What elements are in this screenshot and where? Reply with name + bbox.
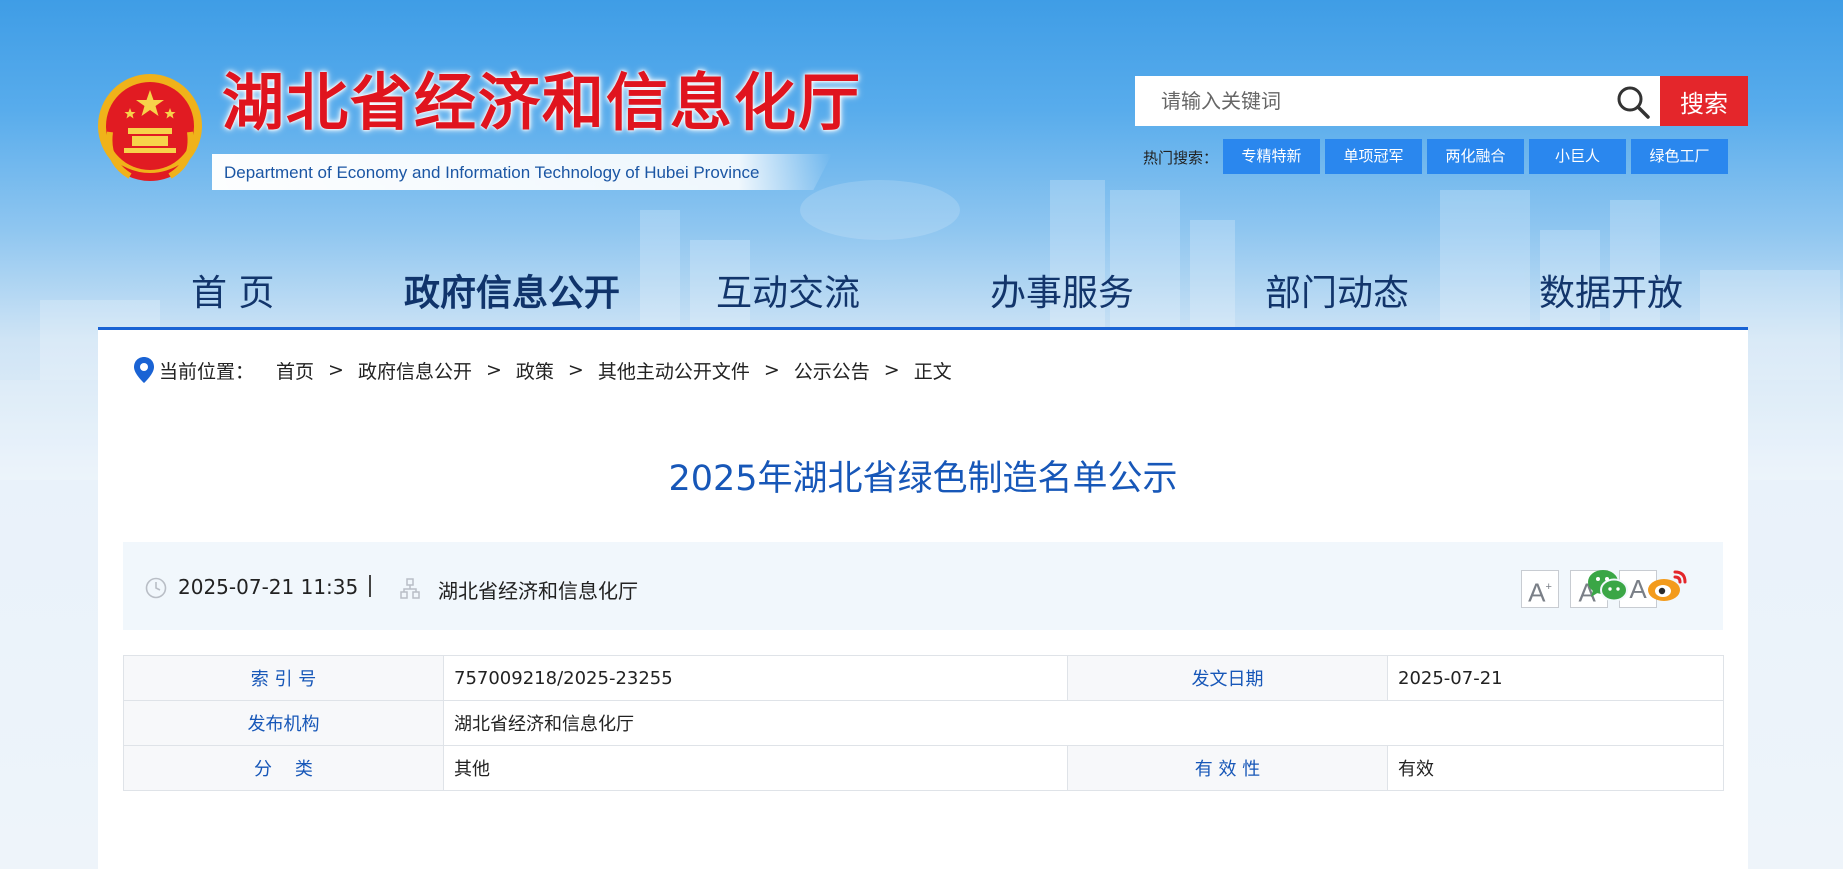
- breadcrumb-other-files[interactable]: 其他主动公开文件: [598, 357, 750, 384]
- site-header: 湖北省经济和信息化厅 Department of Economy and Inf…: [0, 0, 1843, 330]
- location-pin-icon: [134, 357, 154, 383]
- font-size-increase-label: A: [1528, 577, 1546, 608]
- table-row: 索 引 号 757009218/2025-23255 发文日期 2025-07-…: [123, 655, 1724, 701]
- breadcrumb-separator: >: [328, 359, 344, 381]
- site-subtitle: Department of Economy and Information Te…: [224, 163, 760, 182]
- main-nav: 首 页 政府信息公开 互动交流 办事服务 部门动态 数据开放: [98, 254, 1748, 326]
- breadcrumb-announcements[interactable]: 公示公告: [794, 357, 870, 384]
- publish-organization: 湖北省经济和信息化厅: [438, 579, 638, 603]
- breadcrumb: 当前位置： 首页 > 政府信息公开 > 政策 > 其他主动公开文件 > 公示公告…: [133, 356, 952, 384]
- nav-item-news[interactable]: 部门动态: [1265, 264, 1409, 316]
- publish-date: 2025-07-21 11:35: [178, 575, 359, 599]
- search-icon[interactable]: [1615, 84, 1651, 120]
- breadcrumb-gov-info[interactable]: 政府信息公开: [358, 357, 472, 384]
- content-panel: 当前位置： 首页 > 政府信息公开 > 政策 > 其他主动公开文件 > 公示公告…: [98, 330, 1748, 869]
- publisher-value: 湖北省经济和信息化厅: [443, 700, 1724, 746]
- search-box: [1135, 76, 1660, 126]
- organization-icon: [400, 578, 420, 599]
- hot-tag-champion[interactable]: 单项冠军: [1325, 139, 1422, 174]
- issue-date-value: 2025-07-21: [1387, 655, 1724, 701]
- table-row: 分 类 其他 有 效 性 有效: [123, 745, 1724, 791]
- font-size-reset-label: A: [1629, 574, 1647, 604]
- breadcrumb-separator: >: [763, 359, 780, 381]
- wechat-share-icon[interactable]: [1587, 568, 1629, 604]
- weibo-share-icon[interactable]: [1647, 566, 1689, 604]
- index-no-value: 757009218/2025-23255: [443, 655, 1068, 701]
- article-info-bar: 2025-07-21 11:35 湖北省经济和信息化厅 A+ A- A: [123, 542, 1723, 630]
- search-button[interactable]: 搜索: [1660, 76, 1748, 126]
- nav-item-interaction[interactable]: 互动交流: [716, 264, 860, 316]
- nav-item-services[interactable]: 办事服务: [990, 264, 1134, 316]
- breadcrumb-current: 正文: [913, 360, 952, 383]
- breadcrumb-separator: >: [883, 359, 900, 381]
- index-no-label: 索 引 号: [123, 655, 444, 701]
- site-subtitle-banner: Department of Economy and Information Te…: [212, 154, 832, 190]
- breadcrumb-label: 当前位置：: [159, 360, 255, 383]
- hot-search-label: 热门搜索：: [1143, 149, 1219, 167]
- table-row: 发布机构 湖北省经济和信息化厅: [123, 700, 1724, 746]
- national-emblem-icon: [98, 74, 202, 181]
- clock-icon: [145, 577, 167, 599]
- issue-date-label: 发文日期: [1067, 655, 1388, 701]
- nav-item-open-data[interactable]: 数据开放: [1539, 264, 1683, 316]
- info-separator: [369, 575, 371, 597]
- hot-search-tags: 专精特新 单项冠军 两化融合 小巨人 绿色工厂: [1223, 139, 1728, 174]
- breadcrumb-separator: >: [567, 359, 584, 381]
- article-title: 2025年湖北省绿色制造名单公示: [668, 459, 1178, 499]
- hot-tag-specialized[interactable]: 专精特新: [1223, 139, 1320, 174]
- breadcrumb-separator: >: [485, 359, 502, 381]
- category-value: 其他: [443, 745, 1068, 791]
- font-size-increase-button[interactable]: A+: [1521, 570, 1559, 608]
- site-title: 湖北省经济和信息化厅: [222, 66, 863, 139]
- document-meta-table: 索 引 号 757009218/2025-23255 发文日期 2025-07-…: [123, 655, 1724, 791]
- search-input[interactable]: [1135, 76, 1605, 126]
- publisher-label: 发布机构: [123, 700, 444, 746]
- validity-value: 有效: [1387, 745, 1724, 791]
- breadcrumb-home[interactable]: 首页: [276, 357, 314, 384]
- nav-item-home[interactable]: 首 页: [191, 264, 274, 316]
- hot-tag-integration[interactable]: 两化融合: [1427, 139, 1524, 174]
- hot-tag-little-giant[interactable]: 小巨人: [1529, 139, 1626, 174]
- breadcrumb-policy[interactable]: 政策: [516, 357, 554, 384]
- hot-tag-green-factory[interactable]: 绿色工厂: [1631, 139, 1728, 174]
- category-label: 分 类: [123, 745, 444, 791]
- nav-item-gov-info[interactable]: 政府信息公开: [404, 264, 620, 316]
- validity-label: 有 效 性: [1067, 745, 1388, 791]
